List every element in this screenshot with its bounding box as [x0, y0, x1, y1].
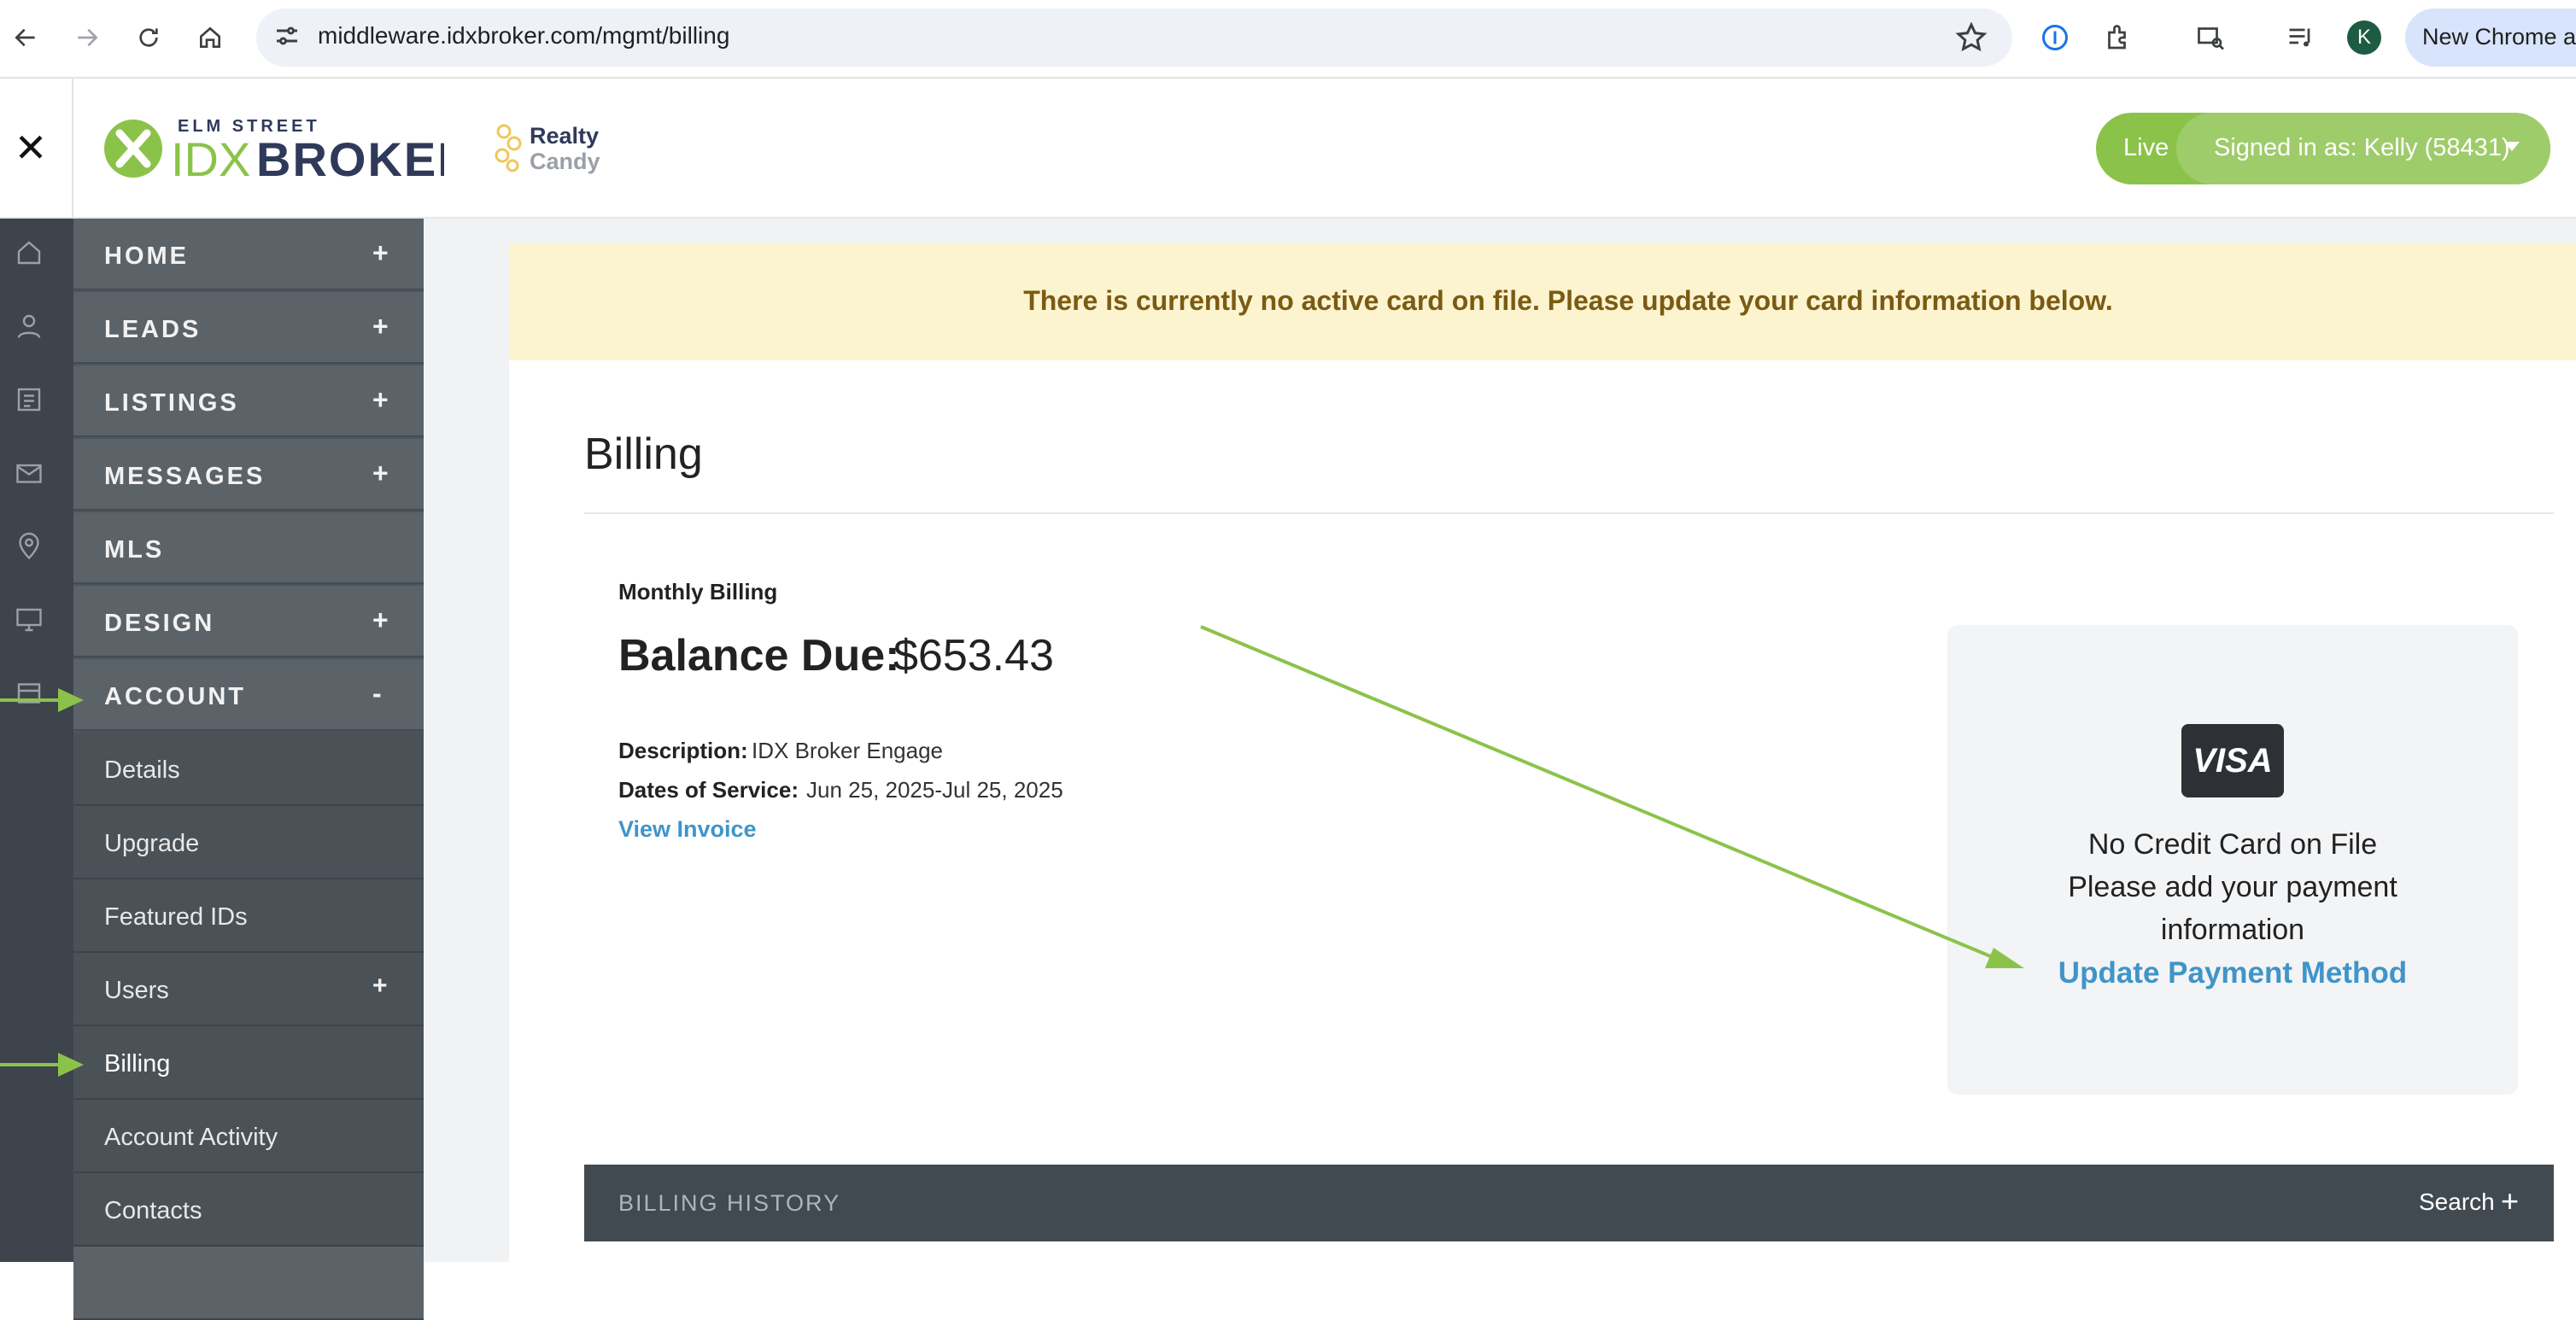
- expand-icon[interactable]: +: [372, 384, 389, 416]
- annotation-arrow-account: [0, 698, 67, 702]
- expand-icon[interactable]: +: [372, 237, 389, 269]
- map-pin-rail-icon[interactable]: [14, 531, 48, 565]
- account-rail-icon[interactable]: [14, 678, 48, 712]
- forward-icon[interactable]: [68, 19, 106, 56]
- sidebar-item-label[interactable]: LISTINGS: [104, 389, 239, 418]
- annotation-arrow-update-payment: [1200, 625, 2024, 968]
- back-icon[interactable]: [7, 19, 44, 56]
- candy-text: Candy: [530, 149, 600, 174]
- sidebar-item-label[interactable]: DESIGN: [104, 610, 214, 638]
- sidebar-subitem-label[interactable]: Billing: [104, 1050, 170, 1078]
- realty-text: Realty: [530, 123, 599, 149]
- sidebar-subitem-label[interactable]: Contacts: [104, 1197, 202, 1225]
- sidebar-item-label[interactable]: LEADS: [104, 316, 201, 344]
- billing-period-label: Monthly Billing: [618, 579, 778, 605]
- sidebar-item-label[interactable]: HOME: [104, 242, 189, 271]
- add-payment-message-cont: information: [2160, 914, 2305, 946]
- annotation-arrow-billing: [0, 1063, 67, 1066]
- billing-history-label: BILLING HISTORY: [618, 1190, 841, 1216]
- balance-due-value: $653.43: [893, 631, 1054, 680]
- sidebar-subitem-label[interactable]: Featured IDs: [104, 903, 248, 932]
- add-payment-message: Please add your payment: [2068, 871, 2397, 903]
- history-search-button[interactable]: Search: [2419, 1189, 2495, 1216]
- title-divider: [584, 512, 2554, 514]
- update-payment-method-link[interactable]: Update Payment Method: [1947, 956, 2518, 990]
- balance-due-label: Balance Due:: [618, 631, 900, 680]
- monitor-rail-icon[interactable]: [14, 605, 48, 639]
- realty-candy-logo: Realty Candy: [495, 123, 600, 174]
- caret-down-icon[interactable]: [2504, 142, 2520, 151]
- expand-icon[interactable]: +: [372, 605, 389, 636]
- tab-search-icon[interactable]: [2192, 19, 2229, 56]
- sidebar-item-next[interactable]: [73, 1247, 424, 1320]
- annotation-arrowhead-icon: [58, 1053, 84, 1077]
- sidebar-subitem-label[interactable]: Account Activity: [104, 1124, 278, 1152]
- sidebar-item-label[interactable]: ACCOUNT: [104, 683, 246, 711]
- close-menu-icon[interactable]: ✕: [14, 128, 48, 167]
- site-settings-icon[interactable]: [272, 20, 302, 55]
- mail-rail-icon[interactable]: [14, 458, 48, 492]
- history-expand-icon[interactable]: +: [2501, 1183, 2519, 1219]
- profile-avatar[interactable]: K: [2347, 20, 2381, 55]
- no-card-message: No Credit Card on File: [2087, 828, 2378, 861]
- icon-rail: [0, 219, 73, 1262]
- home-rail-icon[interactable]: [14, 237, 48, 272]
- sidebar-subitem-label[interactable]: Users: [104, 977, 169, 1005]
- idx-broker-logo: ELM STREET IDX BROKER: [104, 117, 444, 183]
- billing-history-bar[interactable]: [584, 1165, 2554, 1241]
- annotation-arrowhead-icon: [58, 688, 84, 712]
- home-browser-icon[interactable]: [191, 19, 229, 56]
- bookmark-star-icon[interactable]: [1954, 20, 1988, 55]
- new-chrome-label: New Chrome a: [2422, 24, 2576, 50]
- description-key: Description:: [618, 738, 748, 763]
- header-divider: [72, 79, 73, 217]
- view-invoice-link[interactable]: View Invoice: [618, 816, 757, 843]
- sidebar-item-label[interactable]: MLS: [104, 536, 164, 564]
- dates-of-service-value: Jun 25, 2025-Jul 25, 2025: [806, 777, 1063, 803]
- description-value: IDX Broker Engage: [752, 738, 944, 763]
- collapse-icon[interactable]: -: [372, 678, 382, 710]
- listings-rail-icon[interactable]: [14, 384, 48, 418]
- user-rail-icon[interactable]: [14, 311, 48, 345]
- url-text[interactable]: middleware.idxbroker.com/mgmt/billing: [318, 22, 729, 50]
- expand-icon[interactable]: +: [372, 458, 389, 489]
- sidebar-subitem-label[interactable]: Upgrade: [104, 830, 199, 858]
- sidebar-item-label[interactable]: MESSAGES: [104, 463, 265, 491]
- sidebar-subitem-label[interactable]: Details: [104, 756, 180, 785]
- password-manager-icon[interactable]: [2036, 19, 2074, 56]
- expand-icon[interactable]: +: [372, 311, 389, 342]
- signed-in-label[interactable]: Signed in as: Kelly (58431): [2214, 134, 2510, 162]
- expand-icon[interactable]: +: [372, 972, 388, 1001]
- page-title: Billing: [584, 429, 703, 479]
- alert-message: There is currently no active card on fil…: [1023, 285, 2113, 316]
- dates-of-service-key: Dates of Service:: [618, 777, 799, 803]
- extensions-icon[interactable]: [2099, 19, 2137, 56]
- logo-broker: BROKER: [256, 132, 444, 183]
- visa-card-icon: VISA: [2181, 724, 2284, 797]
- media-controls-icon[interactable]: [2282, 19, 2320, 56]
- live-status-label[interactable]: Live: [2123, 134, 2169, 162]
- logo-idx: IDX: [171, 132, 250, 183]
- reload-icon[interactable]: [130, 19, 167, 56]
